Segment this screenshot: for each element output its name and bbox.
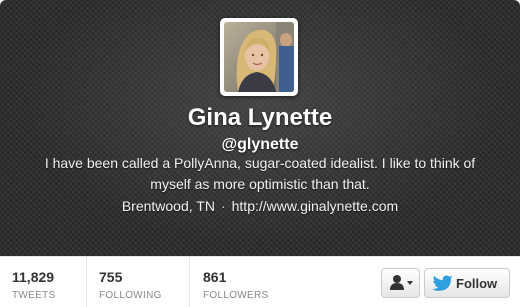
profile-location: Brentwood, TN (121, 198, 215, 214)
follow-label: Follow (456, 276, 498, 291)
person-icon (390, 275, 413, 290)
profile-card: Gina Lynette @glynette I have been calle… (0, 0, 520, 307)
stat-followers[interactable]: 861 FOLLOWERS (189, 257, 292, 307)
avatar-frame[interactable] (220, 18, 298, 96)
meta-separator: · (220, 198, 226, 214)
profile-bio: I have been called a PollyAnna, sugar-co… (44, 155, 476, 192)
profile-header: Gina Lynette @glynette I have been calle… (0, 0, 520, 256)
profile-meta: Brentwood, TN · http://www.ginalynette.com (0, 198, 520, 214)
following-label: FOLLOWING (99, 290, 162, 301)
user-actions-button[interactable] (381, 268, 420, 298)
stat-tweets[interactable]: 11,829 TWEETS (0, 257, 87, 307)
profile-handle[interactable]: @glynette (0, 136, 520, 154)
profile-website-link[interactable]: http://www.ginalynette.com (232, 198, 399, 214)
tweets-label: TWEETS (12, 290, 56, 301)
stat-following[interactable]: 755 FOLLOWING (86, 257, 190, 307)
profile-name[interactable]: Gina Lynette (0, 104, 520, 132)
tweets-count: 11,829 (12, 269, 55, 285)
avatar (224, 22, 294, 92)
following-count: 755 (99, 269, 123, 285)
chevron-down-icon (407, 281, 413, 285)
followers-label: FOLLOWERS (203, 290, 269, 301)
twitter-bird-icon (432, 275, 453, 291)
followers-count: 861 (203, 269, 227, 285)
follow-button[interactable]: Follow (424, 268, 510, 298)
avatar-photo (224, 22, 294, 92)
